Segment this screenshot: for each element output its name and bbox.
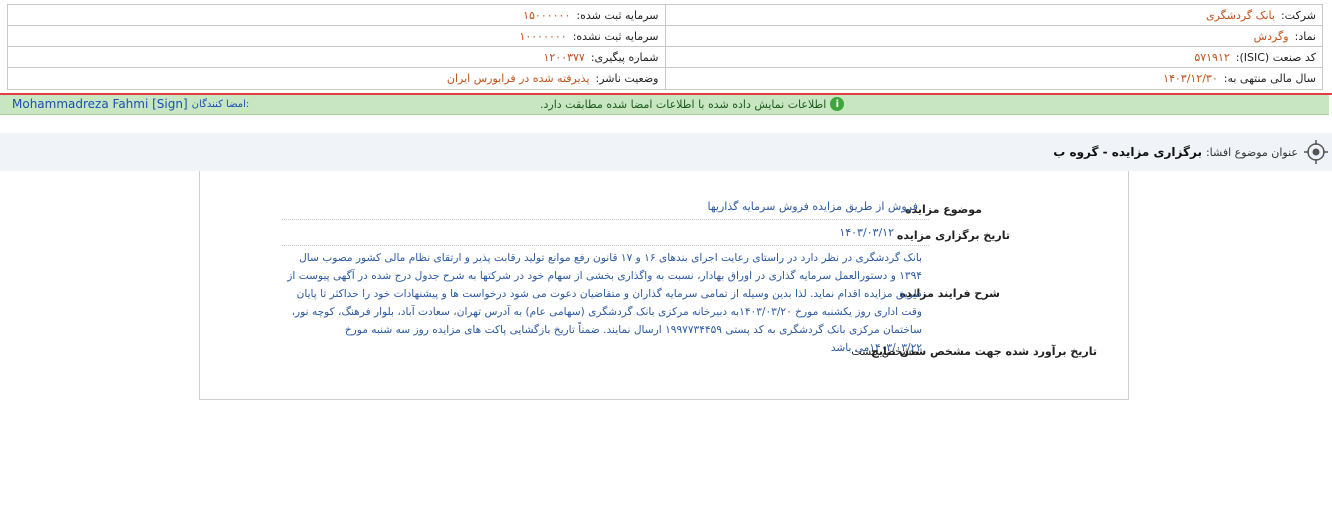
disclosure-title-band: عنوان موضوع افشا: برگزاری مزایده - گروه … <box>0 133 1332 171</box>
verification-text: اطلاعات نمایش داده شده با اطلاعات امضا ش… <box>540 97 827 111</box>
publisher-status-value: پذیرفته شده در فرابورس ایران <box>446 72 590 85</box>
auction-details-panel: موضوع مزایده فروش از طریق مزایده فروش سر… <box>199 171 1129 400</box>
info-row: شرکت: بانک گردشگری سرمایه ثبت شده: ۱۵۰۰۰… <box>8 5 1322 26</box>
auction-date-label: تاریخ برگزاری مزایده <box>896 229 1010 242</box>
auction-date-value: ۱۴۰۳/۰۳/۱۲ <box>839 226 894 239</box>
tracking-cell: شماره پیگیری: ۱۲۰۰۳۷۷ <box>8 47 665 67</box>
info-row: کد صنعت (ISIC): ۵۷۱۹۱۲ شماره پیگیری: ۱۲۰… <box>8 47 1322 68</box>
results-date-value: مشخص نیست <box>851 345 918 358</box>
registered-capital-label: سرمایه ثبت شده: <box>576 8 659 22</box>
symbol-label: نماد: <box>1294 29 1316 43</box>
info-row: سال مالی منتهی به: ۱۴۰۳/۱۲/۳۰ وضعیت ناشر… <box>8 68 1322 89</box>
fiscal-year-label: سال مالی منتهی به: <box>1223 72 1316 85</box>
company-value: بانک گردشگری <box>1205 8 1275 22</box>
signer-link[interactable]: Mohammadreza Fahmi [Sign] <box>12 97 188 111</box>
verification-bar: i اطلاعات نمایش داده شده با اطلاعات امضا… <box>0 95 1329 115</box>
symbol-cell: نماد: وگردش <box>664 26 1323 46</box>
info-icon: i <box>830 97 845 111</box>
auction-topic-value: فروش از طریق مزایده فروش سرمایه گذاریها <box>707 200 918 213</box>
registered-capital-cell: سرمایه ثبت شده: ۱۵۰۰۰۰۰۰ <box>8 5 665 25</box>
isic-label: کد صنعت (ISIC): <box>1235 50 1316 64</box>
company-cell: شرکت: بانک گردشگری <box>664 5 1323 25</box>
subject-label: عنوان موضوع افشا: <box>1205 145 1298 159</box>
subject-value: برگزاری مزایده - گروه ب <box>1053 145 1202 159</box>
target-icon <box>1304 140 1328 164</box>
unregistered-capital-cell: سرمایه ثبت نشده: ۱۰۰۰۰۰۰۰ <box>8 26 665 46</box>
isic-value: ۵۷۱۹۱۲ <box>1194 50 1230 64</box>
company-info-table: شرکت: بانک گردشگری سرمایه ثبت شده: ۱۵۰۰۰… <box>7 4 1323 90</box>
info-row: نماد: وگردش سرمایه ثبت نشده: ۱۰۰۰۰۰۰۰ <box>8 26 1322 47</box>
fiscal-year-value: ۱۴۰۳/۱۲/۳۰ <box>1163 72 1218 85</box>
tracking-label: شماره پیگیری: <box>590 50 659 64</box>
unregistered-capital-value: ۱۰۰۰۰۰۰۰ <box>519 29 567 43</box>
verification-message: i اطلاعات نمایش داده شده با اطلاعات امضا… <box>540 97 845 111</box>
publisher-status-label: وضعیت ناشر: <box>595 72 659 85</box>
auction-process-value: بانک گردشگری در نظر دارد در راستای رعایت… <box>287 252 922 354</box>
company-label: شرکت: <box>1280 8 1316 22</box>
signers: Mohammadreza Fahmi [Sign] امضا کنندگان: <box>12 97 249 111</box>
unregistered-capital-label: سرمایه ثبت نشده: <box>572 29 659 43</box>
tracking-value: ۱۲۰۰۳۷۷ <box>543 50 585 64</box>
symbol-value: وگردش <box>1253 29 1289 43</box>
row-separator <box>282 219 929 220</box>
isic-cell: کد صنعت (ISIC): ۵۷۱۹۱۲ <box>664 47 1323 67</box>
disclosure-title: عنوان موضوع افشا: برگزاری مزایده - گروه … <box>1053 140 1328 164</box>
publisher-status-cell: وضعیت ناشر: پذیرفته شده در فرابورس ایران <box>8 68 665 89</box>
registered-capital-value: ۱۵۰۰۰۰۰۰ <box>523 8 571 22</box>
fiscal-year-cell: سال مالی منتهی به: ۱۴۰۳/۱۲/۳۰ <box>664 68 1323 89</box>
row-separator <box>282 245 929 246</box>
signers-label: امضا کنندگان: <box>191 98 250 110</box>
